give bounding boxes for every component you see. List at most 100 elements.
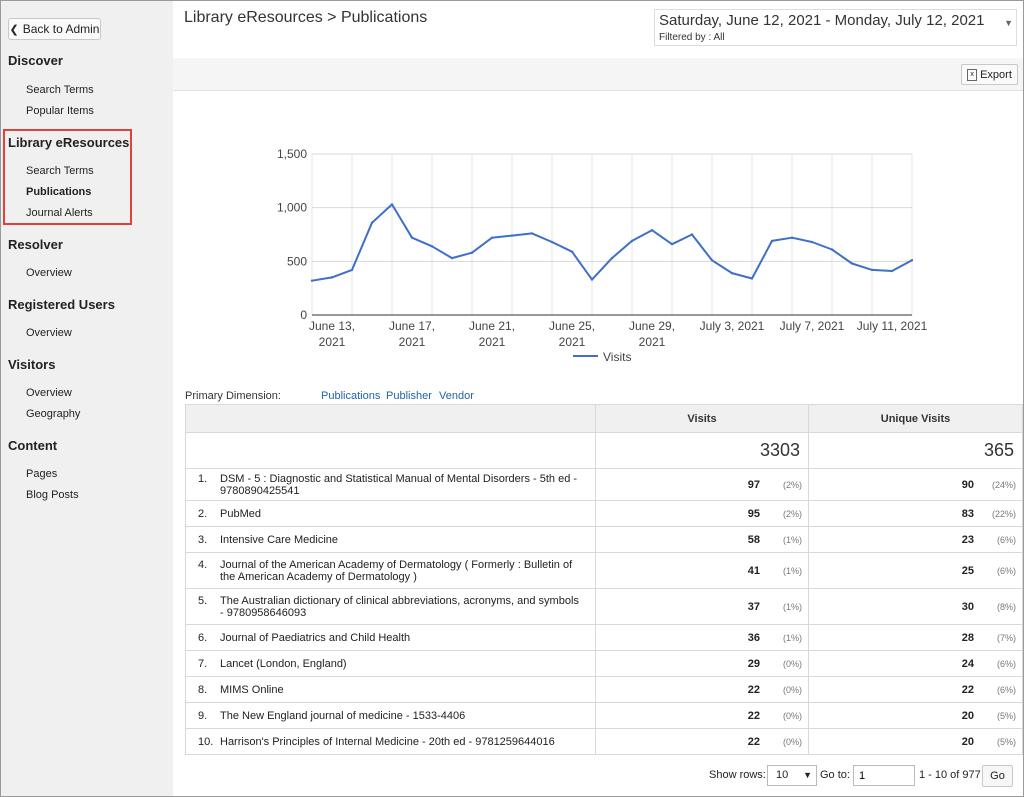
sidebar-item-publications[interactable]: Publications — [26, 186, 91, 198]
visits-percent: (1%) — [782, 601, 802, 612]
sidebar-item-journal-alerts[interactable]: Journal Alerts — [26, 207, 93, 219]
table-row[interactable]: 10. Harrison's Principles of Internal Med… — [185, 728, 1023, 755]
table-row[interactable]: 8. MIMS Online 22 (0%) 22 (6%) — [185, 676, 1023, 703]
unique-visits-percent: (5%) — [996, 736, 1016, 747]
show-rows-label: Show rows: — [709, 769, 766, 781]
export-label: Export — [980, 68, 1012, 81]
table-row[interactable]: 9. The New England journal of medicine - … — [185, 702, 1023, 729]
visits-cell: 97 (2%) — [595, 468, 809, 501]
table-row[interactable]: 4. Journal of the American Academy of Der… — [185, 552, 1023, 589]
export-button[interactable]: x Export — [961, 64, 1018, 85]
publication-name[interactable]: Harrison's Principles of Internal Medici… — [220, 736, 580, 748]
unique-visits-percent: (5%) — [996, 710, 1016, 721]
unique-visits-count: 22 — [961, 683, 974, 696]
goto-page-input[interactable] — [853, 765, 915, 786]
data-point — [350, 268, 354, 272]
visits-line-chart: 1,500 1,000 500 0June 13, 2021 June 17, 2021 Ju… — [277, 147, 928, 364]
unique-visits-cell: 28 (7%) — [808, 624, 1023, 651]
table-row[interactable]: 7. Lancet (London, England) 29 (0%) 24 (6%) — [185, 650, 1023, 677]
dimension-publications-link[interactable]: Publications — [321, 390, 380, 402]
sidebar-item-geography[interactable]: Geography — [26, 408, 80, 420]
visits-count: 41 — [747, 564, 760, 577]
section-library-eresources-title: Library eResources — [8, 135, 130, 150]
sidebar-item-pages[interactable]: Pages — [26, 468, 57, 480]
publication-name[interactable]: Intensive Care Medicine — [220, 534, 580, 546]
totals-row: 3303 365 — [185, 432, 1023, 469]
visits-count: 22 — [747, 709, 760, 722]
unique-visits-count: 30 — [961, 600, 974, 613]
unique-visits-percent: (8%) — [996, 601, 1016, 612]
y-tick-label: 1,500 — [277, 147, 307, 161]
y-tick-label: 1,000 — [277, 201, 307, 215]
dimension-vendor-link[interactable]: Vendor — [439, 390, 474, 402]
table-row[interactable]: 5. The Australian dictionary of clinical … — [185, 588, 1023, 625]
data-point — [910, 259, 914, 262]
visits-cell: 95 (2%) — [595, 500, 809, 527]
visits-cell: 29 (0%) — [595, 650, 809, 677]
unique-visits-cell: 24 (6%) — [808, 650, 1023, 677]
name-cell: 5. The Australian dictionary of clinical … — [185, 588, 596, 625]
visits-percent: (2%) — [782, 508, 802, 519]
publication-name[interactable]: The Australian dictionary of clinical ab… — [220, 595, 580, 619]
unique-visits-count: 83 — [961, 507, 974, 520]
table-row[interactable]: 3. Intensive Care Medicine 58 (1%) 23 (6%) — [185, 526, 1023, 553]
publication-name[interactable]: The New England journal of medicine - 15… — [220, 710, 580, 722]
data-point — [730, 271, 734, 275]
visits-cell: 36 (1%) — [595, 624, 809, 651]
sidebar-item-discover-search-terms[interactable]: Search Terms — [26, 84, 94, 96]
publication-name[interactable]: Lancet (London, England) — [220, 658, 580, 670]
row-rank: 7. — [198, 657, 208, 670]
rows-per-page-value: 10 — [776, 769, 789, 781]
rows-per-page-select[interactable]: 10 ▼ — [767, 765, 817, 786]
unique-visits-count: 28 — [961, 631, 974, 644]
sidebar-item-visitors-overview[interactable]: Overview — [26, 387, 72, 399]
publication-name[interactable]: Journal of the American Academy of Derma… — [220, 559, 580, 583]
name-cell: 9. The New England journal of medicine - … — [185, 702, 596, 729]
table-row[interactable]: 2. PubMed 95 (2%) 83 (22%) — [185, 500, 1023, 527]
back-to-admin-label: Back to Admin — [22, 22, 100, 36]
data-point — [590, 278, 594, 281]
publication-name[interactable]: DSM - 5 : Diagnostic and Statistical Man… — [220, 473, 580, 497]
table-row[interactable]: 1. DSM - 5 : Diagnostic and Statistical M… — [185, 468, 1023, 501]
x-tick-label-year: 2021 — [559, 335, 586, 349]
go-button[interactable]: Go — [982, 765, 1013, 787]
unique-visits-cell: 20 (5%) — [808, 728, 1023, 755]
date-range-picker[interactable]: Saturday, June 12, 2021 - Monday, July 1… — [654, 9, 1017, 46]
sidebar-item-eresources-search-terms[interactable]: Search Terms — [26, 165, 94, 177]
table-row[interactable]: 6. Journal of Paediatrics and Child Healt… — [185, 624, 1023, 651]
data-point — [650, 229, 654, 232]
back-to-admin-button[interactable]: ❮ Back to Admin — [8, 18, 101, 40]
x-tick-label: July 11, 2021 — [857, 319, 928, 333]
unique-visits-percent: (22%) — [991, 508, 1016, 519]
table-header-visits[interactable]: Visits — [595, 404, 809, 433]
x-tick-label: July 7, 2021 — [780, 319, 845, 333]
goto-label: Go to: — [820, 769, 850, 781]
visits-count: 22 — [747, 683, 760, 696]
table-header-unique-visits[interactable]: Unique Visits — [808, 404, 1023, 433]
name-cell: 1. DSM - 5 : Diagnostic and Statistical M… — [185, 468, 596, 501]
data-point — [710, 259, 714, 262]
sidebar-item-registered-users-overview[interactable]: Overview — [26, 327, 72, 339]
sidebar-item-popular-items[interactable]: Popular Items — [26, 105, 94, 117]
data-point — [630, 239, 634, 243]
unique-visits-count: 23 — [961, 533, 974, 546]
publication-name[interactable]: MIMS Online — [220, 684, 580, 696]
name-cell: 10. Harrison's Principles of Internal Med… — [185, 728, 596, 755]
sidebar-item-blog-posts[interactable]: Blog Posts — [26, 489, 79, 501]
unique-visits-cell: 83 (22%) — [808, 500, 1023, 527]
publication-name[interactable]: Journal of Paediatrics and Child Health — [220, 632, 580, 644]
publication-name[interactable]: PubMed — [220, 508, 580, 520]
data-point — [750, 277, 754, 280]
visits-percent: (1%) — [782, 632, 802, 643]
dimension-publisher-link[interactable]: Publisher — [386, 390, 432, 402]
visits-cell: 58 (1%) — [595, 526, 809, 553]
date-range-text: Saturday, June 12, 2021 - Monday, July 1… — [659, 12, 985, 29]
row-rank: 1. — [198, 472, 208, 485]
total-visits: 3303 — [595, 432, 809, 469]
data-point — [490, 236, 494, 239]
visits-percent: (2%) — [782, 479, 802, 490]
sidebar-item-resolver-overview[interactable]: Overview — [26, 267, 72, 279]
unique-visits-percent: (7%) — [996, 632, 1016, 643]
data-point — [310, 279, 314, 282]
unique-visits-cell: 90 (24%) — [808, 468, 1023, 501]
